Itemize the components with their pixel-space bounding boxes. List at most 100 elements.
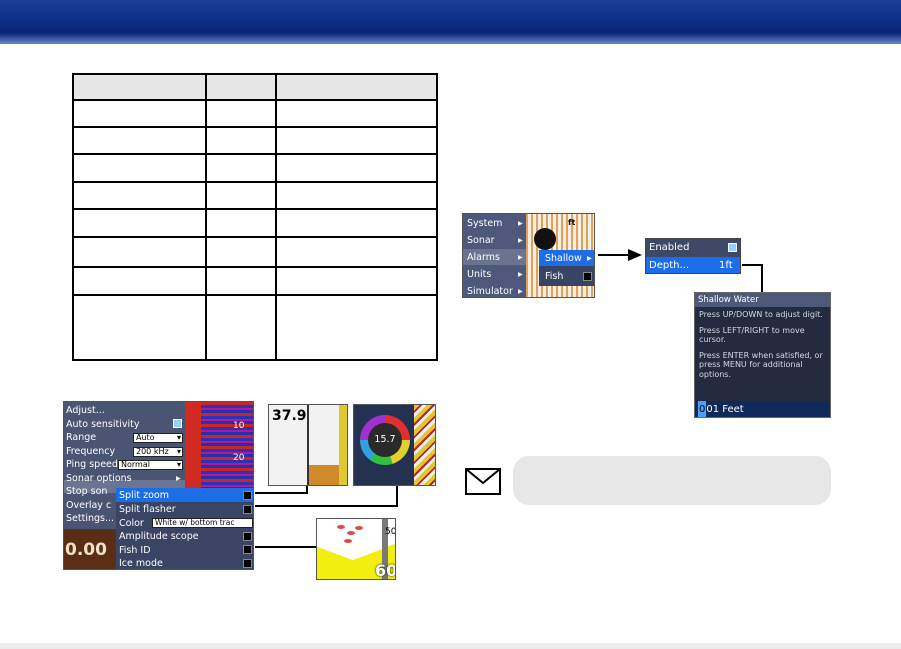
depth-value: 1ft	[719, 260, 733, 271]
depth-readout: 0.00	[64, 529, 116, 569]
checkbox-empty-icon[interactable]	[243, 491, 252, 500]
connector-line	[255, 546, 316, 548]
dropdown-arrow-icon: ▾	[176, 433, 181, 442]
menu-item-sonar[interactable]: Sonar	[467, 234, 495, 247]
ping-speed-value: Normal	[121, 460, 150, 469]
envelope-icon	[465, 468, 501, 495]
frequency-dropdown[interactable]: 200 kHz ▾	[133, 447, 183, 457]
table-rule	[72, 181, 438, 183]
menu-item-auto-sensitivity[interactable]: Auto sensitivity	[66, 418, 139, 431]
unit-label: ft	[568, 218, 576, 227]
connector-line	[761, 264, 763, 292]
submenu-item-fish[interactable]: Fish	[545, 270, 563, 283]
depth-input[interactable]: 001 Feet	[695, 401, 830, 417]
menu-item-overlay[interactable]: Overlay c	[66, 499, 111, 512]
table-rule	[72, 359, 438, 361]
submenu-arrow-icon: ▸	[518, 269, 523, 280]
table-rule	[72, 266, 438, 268]
sonar-strip	[414, 405, 435, 485]
connector-line	[255, 492, 307, 494]
color-dropdown[interactable]: White w/ bottom trac	[152, 518, 253, 528]
sonar-menu-screenshot: 10 20 Adjust... Auto sensitivity Range F…	[63, 401, 254, 570]
dropdown-arrow-icon: ▾	[176, 460, 181, 469]
fish-id-thumbnail: 50 60	[316, 518, 396, 580]
submenu-item-shallow[interactable]: Shallow	[545, 252, 582, 265]
dropdown-arrow-icon: ▾	[176, 447, 181, 456]
checkbox-empty-icon[interactable]	[243, 532, 252, 541]
checkbox-empty-icon[interactable]	[583, 272, 592, 281]
note-box	[513, 456, 831, 505]
instruction-line-3: Press ENTER when satisfied, or press MEN…	[699, 350, 823, 379]
instruction-line-2: Press LEFT/RIGHT to move cursor.	[699, 325, 805, 345]
dialog-instructions: Press UP/DOWN to adjust digit. Press LEF…	[699, 310, 829, 386]
table-rule	[72, 126, 438, 128]
ping-speed-dropdown[interactable]: Normal ▾	[118, 460, 183, 470]
menu-item-system[interactable]: System	[467, 217, 502, 230]
range-value: Auto	[136, 433, 155, 442]
table-rule	[72, 294, 438, 296]
table-rule	[72, 208, 438, 210]
checkbox-empty-icon[interactable]	[243, 505, 252, 514]
table-rule	[72, 99, 438, 101]
submenu-item-ice-mode[interactable]: Ice mode	[119, 557, 163, 569]
submenu-arrow-icon: ▸	[587, 253, 592, 264]
fish-id-top-depth: 50	[385, 527, 396, 537]
menu-item-adjust[interactable]: Adjust...	[66, 404, 105, 417]
empty-table	[72, 73, 438, 361]
submenu-arrow-icon: ▸	[518, 286, 523, 297]
enabled-label[interactable]: Enabled	[649, 241, 689, 254]
depth-scale-20: 20	[233, 453, 245, 463]
menu-item-ping-speed[interactable]: Ping speed	[66, 458, 118, 471]
alarms-submenu: Shallow Fish ▸	[539, 250, 594, 286]
submenu-item-split-flasher[interactable]: Split flasher	[119, 503, 176, 516]
submenu-item-color[interactable]: Color	[119, 517, 144, 530]
fish-icon	[344, 539, 352, 543]
fish-icon	[355, 526, 363, 530]
submenu-arrow-icon: ▸	[518, 252, 523, 263]
split-zoom-thumbnail: 37.9	[268, 404, 348, 486]
fish-icon	[347, 531, 355, 535]
menu-item-sonar-options[interactable]: Sonar options	[66, 472, 132, 485]
alarms-menu-screenshot: ft System Sonar Alarms Units Simulator ▸…	[462, 213, 595, 298]
page-footer-line	[0, 643, 901, 649]
depth-label[interactable]: Depth...	[649, 259, 689, 272]
table-rule	[72, 153, 438, 155]
checkbox-empty-icon[interactable]	[243, 545, 252, 554]
menu-item-frequency[interactable]: Frequency	[66, 445, 115, 458]
color-value: White w/ bottom trac	[155, 518, 235, 527]
connector-line	[306, 486, 308, 494]
table-col-rule	[436, 73, 438, 361]
menu-item-units[interactable]: Units	[467, 268, 491, 281]
table-col-rule	[205, 73, 207, 361]
shallow-water-dialog: Shallow Water Press UP/DOWN to adjust di…	[694, 292, 831, 418]
submenu-item-split-zoom[interactable]: Split zoom	[119, 489, 169, 502]
split-flasher-thumbnail: 15.7	[353, 404, 436, 486]
table-header-row	[72, 73, 438, 99]
menu-item-range[interactable]: Range	[66, 431, 96, 444]
submenu-item-amplitude-scope[interactable]: Amplitude scope	[119, 530, 199, 543]
instruction-line-1: Press UP/DOWN to adjust digit.	[699, 310, 823, 319]
arrow-head-icon	[628, 249, 642, 261]
table-rule	[72, 236, 438, 238]
menu-item-simulator[interactable]: Simulator	[467, 285, 513, 297]
menu-item-settings[interactable]: Settings...	[66, 512, 114, 525]
connector-line	[396, 486, 398, 507]
page-header-bar	[0, 0, 901, 44]
checkbox-empty-icon[interactable]	[243, 559, 252, 568]
menu-item-alarms[interactable]: Alarms	[467, 251, 500, 264]
submenu-arrow-icon: ▸	[518, 218, 523, 229]
checkbox-checked-icon[interactable]	[728, 243, 737, 252]
connector-line	[255, 505, 397, 507]
sonar-options-submenu: Split zoom Split flasher Color Amplitude…	[116, 488, 253, 569]
menu-item-stop-sonar[interactable]: Stop son	[66, 485, 107, 498]
range-dropdown[interactable]: Auto ▾	[133, 433, 183, 443]
submenu-arrow-icon: ▸	[518, 235, 523, 246]
depth-input-rest: 01 Feet	[706, 404, 744, 415]
checkbox-checked-icon[interactable]	[173, 419, 182, 428]
table-col-rule	[72, 73, 74, 361]
connector-line	[742, 264, 762, 266]
submenu-item-fish-id[interactable]: Fish ID	[119, 544, 151, 557]
fish-id-bottom-depth: 60	[375, 561, 396, 580]
submenu-arrow-icon: ▸	[176, 473, 181, 484]
shallow-alarm-screenshot: Enabled Depth... 1ft	[645, 238, 741, 274]
